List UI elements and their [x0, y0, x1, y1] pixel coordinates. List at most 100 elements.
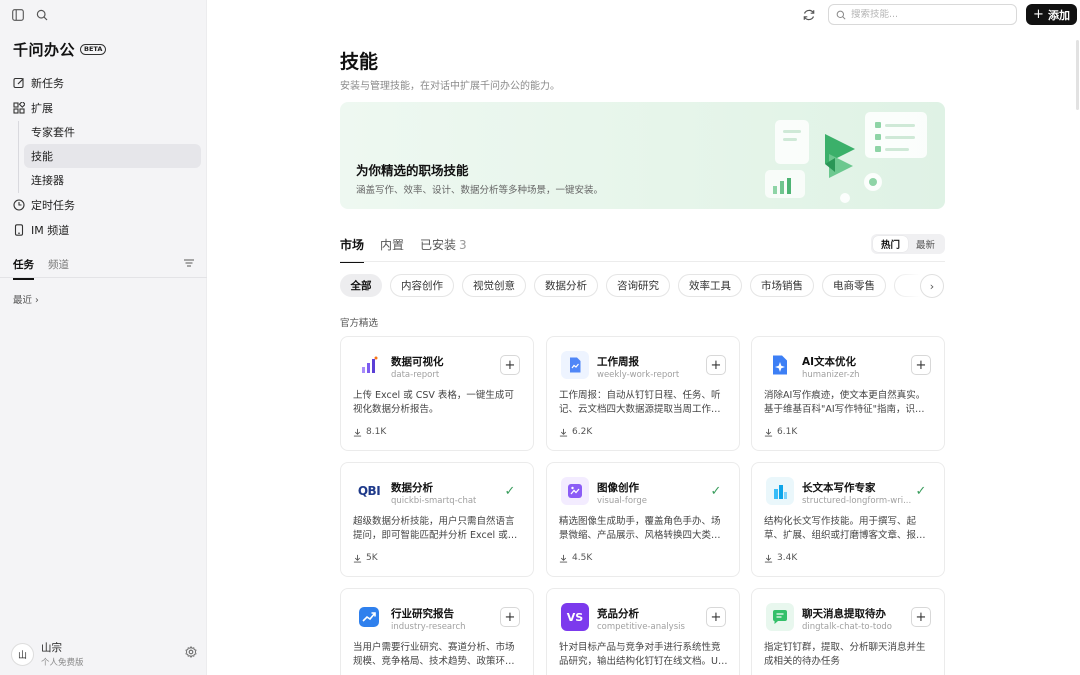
skill-card-data-report[interactable]: 数据可视化 data-report + 上传 Excel 或 CSV 表格，一键…	[340, 336, 534, 451]
skill-description: 消除AI写作痕迹，使文本更自然真实。基于维基百科"AI写作特征"指南，识别并修正…	[764, 390, 926, 415]
extension-icon	[13, 101, 25, 114]
tab-installed-label: 已安装	[420, 238, 457, 252]
install-button[interactable]: +	[706, 607, 726, 627]
skill-id: data-report	[391, 370, 440, 380]
refresh-icon[interactable]	[802, 8, 816, 22]
skill-search[interactable]	[828, 4, 1017, 25]
quickbi-logo-icon: QBI	[357, 484, 381, 498]
sort-latest[interactable]: 最新	[908, 236, 943, 252]
tab-installed[interactable]: 已安装 3	[420, 236, 467, 263]
chat-logo-icon	[766, 603, 794, 631]
nav-expert-suite-label: 专家套件	[31, 126, 75, 139]
nav-scheduled-tasks[interactable]: 定时任务	[0, 192, 207, 217]
skill-card-quickbi[interactable]: QBI 数据分析 quickbi-smartq-chat ✓ 超级数据分析技能，…	[340, 462, 534, 577]
chip-data[interactable]: 数据分析	[534, 274, 598, 297]
skill-card-humanizer[interactable]: AI文本优化 humanizer-zh + 消除AI写作痕迹，使文本更自然真实。…	[751, 336, 945, 451]
download-value: 5K	[366, 553, 378, 563]
skill-card-longform[interactable]: 长文本写作专家 structured-longform-wri... ✓ 结构化…	[751, 462, 945, 577]
writing-logo-icon	[766, 477, 794, 505]
add-button-label: 添加	[1047, 8, 1070, 22]
tab-market[interactable]: 市场	[340, 236, 365, 263]
sidebar-toggle-icon[interactable]	[12, 9, 24, 21]
sort-hot[interactable]: 热门	[873, 236, 908, 252]
skill-name: 长文本写作专家	[802, 482, 876, 494]
chart-logo-icon	[355, 351, 383, 379]
sidebar-nav: 新任务 扩展 专家套件 技能 连接器 定时任务 IM 频道	[0, 70, 207, 242]
skill-card-competitive[interactable]: VS 竞品分析 competitive-analysis + 针对目标产品与竞争…	[546, 588, 740, 675]
skill-name: 数据分析	[391, 482, 433, 494]
beta-badge: BETA	[80, 44, 107, 55]
chip-visual[interactable]: 视觉创意	[462, 274, 526, 297]
download-value: 6.2K	[572, 427, 593, 437]
search-input[interactable]	[851, 9, 1011, 20]
skill-name: 数据可视化	[391, 356, 444, 368]
chevron-right-icon[interactable]: ›	[920, 274, 944, 298]
skill-id: visual-forge	[597, 496, 648, 506]
document-logo-icon	[561, 351, 589, 379]
image-logo-icon	[561, 477, 589, 505]
nav-connectors[interactable]: 连接器	[0, 168, 207, 192]
download-icon	[764, 554, 773, 563]
banner-subtitle: 涵盖写作、效率、设计、数据分析等多种场景，一键安装。	[356, 185, 604, 196]
download-value: 6.1K	[777, 427, 798, 437]
skill-id: structured-longform-wri...	[802, 496, 912, 506]
download-count: 6.2K	[559, 427, 592, 437]
install-button[interactable]: +	[500, 355, 520, 375]
download-count: 6.1K	[764, 427, 797, 437]
gear-icon[interactable]	[185, 646, 197, 658]
skill-id: weekly-work-report	[597, 370, 680, 380]
skill-description: 上传 Excel 或 CSV 表格，一键生成可视化数据分析报告。	[353, 390, 514, 415]
featured-banner: 为你精选的职场技能 涵盖写作、效率、设计、数据分析等多种场景，一键安装。	[340, 102, 945, 209]
nav-im-channel[interactable]: IM 频道	[0, 217, 207, 242]
chip-content[interactable]: 内容创作	[390, 274, 454, 297]
skill-card-industry-research[interactable]: 行业研究报告 industry-research + 当用户需要行业研究、赛道分…	[340, 588, 534, 675]
nav-sub-guide-line	[18, 121, 19, 193]
chip-marketing[interactable]: 市场销售	[750, 274, 814, 297]
brand: 千问办公 BETA	[13, 39, 107, 60]
nav-new-task[interactable]: 新任务	[0, 70, 207, 95]
recent-toggle[interactable]: 最近 ›	[13, 292, 39, 306]
nav-new-task-label: 新任务	[31, 76, 64, 90]
chevron-right-icon: ›	[35, 295, 39, 306]
clock-icon	[13, 198, 25, 211]
chip-all[interactable]: 全部	[340, 274, 382, 297]
skill-card-visual-forge[interactable]: 图像创作 visual-forge ✓ 精选图像生成助手，覆盖角色手办、场景微缩…	[546, 462, 740, 577]
install-button[interactable]: +	[911, 355, 931, 375]
installed-count: 3	[459, 238, 467, 252]
download-count: 8.1K	[353, 427, 386, 437]
download-icon	[353, 554, 362, 563]
search-icon[interactable]	[36, 9, 48, 21]
install-button[interactable]: +	[706, 355, 726, 375]
skill-card-weekly-report[interactable]: 工作周报 weekly-work-report + 工作周报：自动从钉钉日程、任…	[546, 336, 740, 451]
nav-im-label: IM 频道	[31, 223, 70, 237]
nav-extension-label: 扩展	[31, 101, 53, 115]
tab-builtin[interactable]: 内置	[380, 236, 404, 263]
install-button[interactable]: +	[911, 607, 931, 627]
skill-card-chat-to-todo[interactable]: 聊天消息提取待办 dingtalk-chat-to-todo + 指定钉钉群，提…	[751, 588, 945, 675]
page-title: 技能	[340, 51, 379, 73]
download-count: 4.5K	[559, 553, 592, 563]
vs-logo-icon: VS	[561, 603, 589, 631]
nav-extension[interactable]: 扩展	[0, 95, 207, 120]
chip-ecommerce[interactable]: 电商零售	[822, 274, 886, 297]
chip-efficiency[interactable]: 效率工具	[678, 274, 742, 297]
filter-icon[interactable]	[183, 257, 195, 269]
skill-name: 竞品分析	[597, 608, 639, 620]
banner-title: 为你精选的职场技能	[356, 163, 469, 178]
skill-id: quickbi-smartq-chat	[391, 496, 477, 506]
skill-description: 精选图像生成助手，覆盖角色手办、场景微缩、产品展示、风格转换四大类共17种风…	[559, 516, 721, 541]
nav-expert-suite[interactable]: 专家套件	[0, 120, 207, 144]
scrollbar[interactable]	[1076, 40, 1079, 110]
nav-skills[interactable]: 技能	[24, 144, 201, 168]
nav-scheduled-label: 定时任务	[31, 198, 75, 212]
download-count: 5K	[353, 553, 378, 563]
skill-id: industry-research	[391, 622, 466, 632]
nav-connectors-label: 连接器	[31, 174, 64, 187]
chip-consulting[interactable]: 咨询研究	[606, 274, 670, 297]
nav-skills-label: 技能	[31, 150, 53, 163]
brand-name: 千问办公	[13, 41, 76, 59]
install-button[interactable]: +	[500, 607, 520, 627]
add-button[interactable]: + 添加	[1026, 4, 1077, 25]
skill-name: 行业研究报告	[391, 608, 454, 620]
user-profile[interactable]: 山 山宗 个人免费版	[11, 640, 197, 668]
